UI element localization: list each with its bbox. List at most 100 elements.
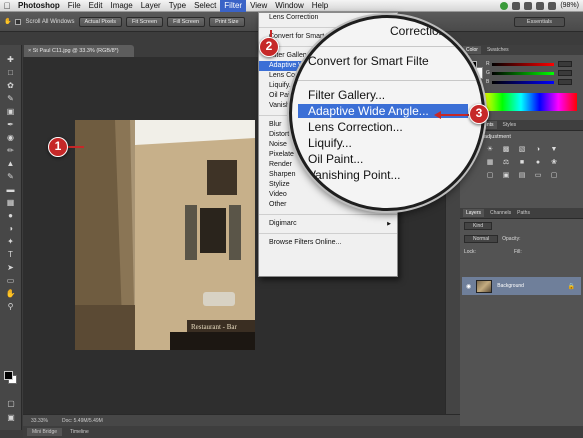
selective-color-icon[interactable]: ▢	[550, 172, 558, 180]
foreground-color-swatch[interactable]	[4, 371, 13, 380]
levels-icon[interactable]: ▩	[502, 146, 510, 154]
screen-mode-icon[interactable]: ▣	[4, 412, 18, 423]
document-photo[interactable]: Restaurant - Bar	[75, 120, 255, 350]
magnified-separator	[298, 46, 482, 47]
magnified-menu-item: Oil Paint...	[308, 152, 364, 166]
brightness-icon[interactable]: ☀	[486, 146, 494, 154]
vibrance-icon[interactable]: ▼	[550, 146, 558, 154]
filter-menu-item-label: Liquify...	[269, 82, 295, 89]
battery-icon[interactable]	[548, 1, 557, 10]
lasso-tool-icon[interactable]: ✿	[4, 80, 18, 91]
green-label: G	[486, 70, 490, 76]
fill-screen-button[interactable]: Fill Screen	[167, 16, 206, 27]
green-slider[interactable]	[492, 72, 554, 75]
callout-3: 3	[469, 104, 489, 124]
posterize-icon[interactable]: ▣	[502, 172, 510, 180]
tab-channels[interactable]: Channels	[490, 210, 511, 216]
hand-tool-icon[interactable]: ✋	[4, 18, 11, 25]
path-select-tool-icon[interactable]: ➤	[4, 262, 18, 273]
actual-pixels-button[interactable]: Actual Pixels	[78, 16, 122, 27]
exposure-icon[interactable]: ◑	[534, 146, 542, 154]
green-value[interactable]	[558, 70, 572, 76]
gradient-tool-icon[interactable]: ▦	[4, 197, 18, 208]
quick-select-tool-icon[interactable]: ✎	[4, 93, 18, 104]
move-tool-icon[interactable]: ✚	[4, 54, 18, 65]
menu-help[interactable]: Help	[308, 0, 332, 12]
zoom-tool-icon[interactable]: ⚲	[4, 301, 18, 312]
filter-menu-item-label: Browse Filters Online...	[269, 239, 342, 246]
tab-color[interactable]: Color	[463, 46, 481, 54]
shape-tool-icon[interactable]: ▭	[4, 275, 18, 286]
menu-select[interactable]: Select	[190, 0, 220, 12]
magnified-menu-item: Lens Correction...	[308, 120, 403, 134]
type-tool-icon[interactable]: T	[4, 249, 18, 260]
filter-menu-item[interactable]: Browse Filters Online...	[259, 238, 397, 248]
menu-photoshop[interactable]: Photoshop	[14, 0, 64, 12]
doc-size[interactable]: Doc: 5.49M/5.49M	[62, 418, 103, 424]
filter-menu-item[interactable]: Digimarc	[259, 219, 397, 229]
crop-tool-icon[interactable]: ▣	[4, 106, 18, 117]
stamp-tool-icon[interactable]: ▲	[4, 158, 18, 169]
brush-tool-icon[interactable]: ✏	[4, 145, 18, 156]
red-slider[interactable]	[492, 63, 554, 66]
scroll-all-windows-checkbox[interactable]	[15, 18, 22, 25]
photo-filter-icon[interactable]: ●	[534, 159, 542, 167]
tab-layers[interactable]: Layers	[463, 209, 485, 217]
blue-value[interactable]	[558, 79, 572, 85]
curves-icon[interactable]: ▧	[518, 146, 526, 154]
sync-icon[interactable]	[500, 1, 509, 10]
hue-saturation-icon[interactable]: ▦	[486, 159, 494, 167]
apple-menu-icon[interactable]: 	[0, 1, 14, 11]
menu-view[interactable]: View	[246, 0, 271, 12]
dodge-tool-icon[interactable]: ◑	[4, 223, 18, 234]
blur-tool-icon[interactable]: ●	[4, 210, 18, 221]
layer-thumbnail	[476, 279, 493, 293]
invert-icon[interactable]: ▢	[486, 172, 494, 180]
fit-screen-button[interactable]: Fit Screen	[126, 16, 164, 27]
tab-paths[interactable]: Paths	[517, 210, 530, 216]
workspace-switcher[interactable]: Essentials	[513, 16, 565, 27]
black-white-icon[interactable]: ■	[518, 159, 526, 167]
tab-swatches[interactable]: Swatches	[487, 47, 509, 53]
threshold-icon[interactable]: ▤	[518, 172, 526, 180]
filter-menu-item-label: Blur	[269, 121, 282, 128]
tab-timeline[interactable]: Timeline	[70, 429, 89, 435]
filter-menu-item-label: Stylize	[269, 181, 290, 188]
lock-icon: 🔒	[567, 283, 575, 290]
menu-window[interactable]: Window	[271, 0, 307, 12]
zoom-level[interactable]: 33.33%	[31, 418, 48, 424]
channel-mixer-icon[interactable]: ❀	[550, 159, 558, 167]
tab-mini-bridge[interactable]: Mini Bridge	[27, 428, 63, 436]
hand-tool-panel-icon[interactable]: ✋	[4, 288, 18, 299]
gradient-map-icon[interactable]: ▭	[534, 172, 542, 180]
healing-tool-icon[interactable]: ◉	[4, 132, 18, 143]
eraser-tool-icon[interactable]: ▬	[4, 184, 18, 195]
menu-edit[interactable]: Edit	[85, 0, 107, 12]
pen-tool-icon[interactable]: ✦	[4, 236, 18, 247]
eyedropper-tool-icon[interactable]: ✒	[4, 119, 18, 130]
menu-file[interactable]: File	[64, 0, 85, 12]
blue-slider[interactable]	[492, 81, 554, 84]
document-tab[interactable]: × St Paul C11.jpg @ 33.3% (RGB/8*)	[24, 45, 134, 57]
layer-row-background[interactable]: ◉ Background 🔒	[462, 277, 581, 295]
filter-menu-item-label: Lens Correction	[269, 14, 319, 21]
tab-styles[interactable]: Styles	[503, 122, 517, 128]
photo-illustration: Restaurant - Bar	[75, 120, 255, 350]
red-value[interactable]	[558, 61, 572, 67]
volume-icon[interactable]	[536, 1, 545, 10]
color-balance-icon[interactable]: ⚖	[502, 159, 510, 167]
menu-layer[interactable]: Layer	[137, 0, 165, 12]
wifi-icon[interactable]	[524, 1, 533, 10]
visibility-eye-icon[interactable]: ◉	[466, 283, 471, 290]
callout-1: 1	[48, 137, 68, 157]
menu-filter[interactable]: Filter	[220, 0, 247, 12]
quick-mask-icon[interactable]: ▢	[4, 398, 18, 409]
history-brush-tool-icon[interactable]: ✎	[4, 171, 18, 182]
menu-image[interactable]: Image	[106, 0, 136, 12]
bluetooth-icon[interactable]	[512, 1, 521, 10]
blend-mode-select[interactable]: Normal	[464, 234, 499, 243]
kind-filter[interactable]: Kind	[464, 221, 493, 230]
marquee-tool-icon[interactable]: □	[4, 67, 18, 78]
menu-type[interactable]: Type	[165, 0, 190, 12]
print-size-button[interactable]: Print Size	[209, 16, 245, 27]
